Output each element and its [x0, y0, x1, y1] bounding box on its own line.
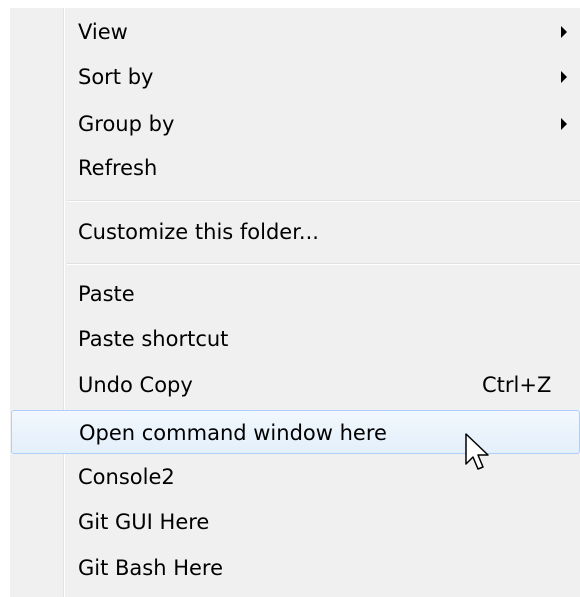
menu-item-refresh[interactable]: Refresh	[10, 146, 580, 190]
menu-item-label: Undo Copy	[78, 373, 193, 397]
menu-item-label: Customize this folder...	[78, 220, 319, 244]
menu-item-sort-by[interactable]: Sort by	[10, 55, 580, 99]
menu-separator	[67, 263, 580, 265]
menu-item-git-gui-here[interactable]: Git GUI Here	[10, 500, 580, 544]
menu-item-paste[interactable]: Paste	[10, 272, 580, 316]
menu-separator	[67, 200, 580, 202]
submenu-arrow-icon	[561, 118, 567, 130]
menu-item-customize-folder[interactable]: Customize this folder...	[10, 210, 580, 254]
menu-item-label: Console2	[78, 465, 175, 489]
menu-item-label: Refresh	[78, 156, 158, 180]
submenu-arrow-icon	[561, 26, 567, 38]
menu-item-label: Paste shortcut	[78, 327, 229, 351]
menu-item-label: Git Bash Here	[78, 556, 224, 580]
context-menu: View Sort by Group by Refresh Customize …	[10, 8, 580, 597]
mouse-pointer-icon	[465, 433, 489, 470]
menu-item-label: Paste	[78, 282, 135, 306]
menu-item-label: Git GUI Here	[78, 510, 210, 534]
submenu-arrow-icon	[561, 71, 567, 83]
menu-item-open-command-window[interactable]: Open command window here	[11, 410, 580, 454]
menu-item-label: Sort by	[78, 65, 154, 89]
menu-item-git-bash-here[interactable]: Git Bash Here	[10, 546, 580, 590]
menu-item-label: View	[78, 20, 128, 44]
menu-item-shortcut: Ctrl+Z	[482, 373, 552, 397]
menu-item-label: Open command window here	[79, 421, 387, 445]
menu-item-label: Group by	[78, 112, 175, 136]
menu-item-group-by[interactable]: Group by	[10, 102, 580, 146]
menu-item-console2[interactable]: Console2	[10, 455, 580, 499]
menu-item-undo-copy[interactable]: Undo Copy Ctrl+Z	[10, 363, 580, 407]
menu-item-view[interactable]: View	[10, 10, 580, 54]
menu-item-paste-shortcut[interactable]: Paste shortcut	[10, 317, 580, 361]
